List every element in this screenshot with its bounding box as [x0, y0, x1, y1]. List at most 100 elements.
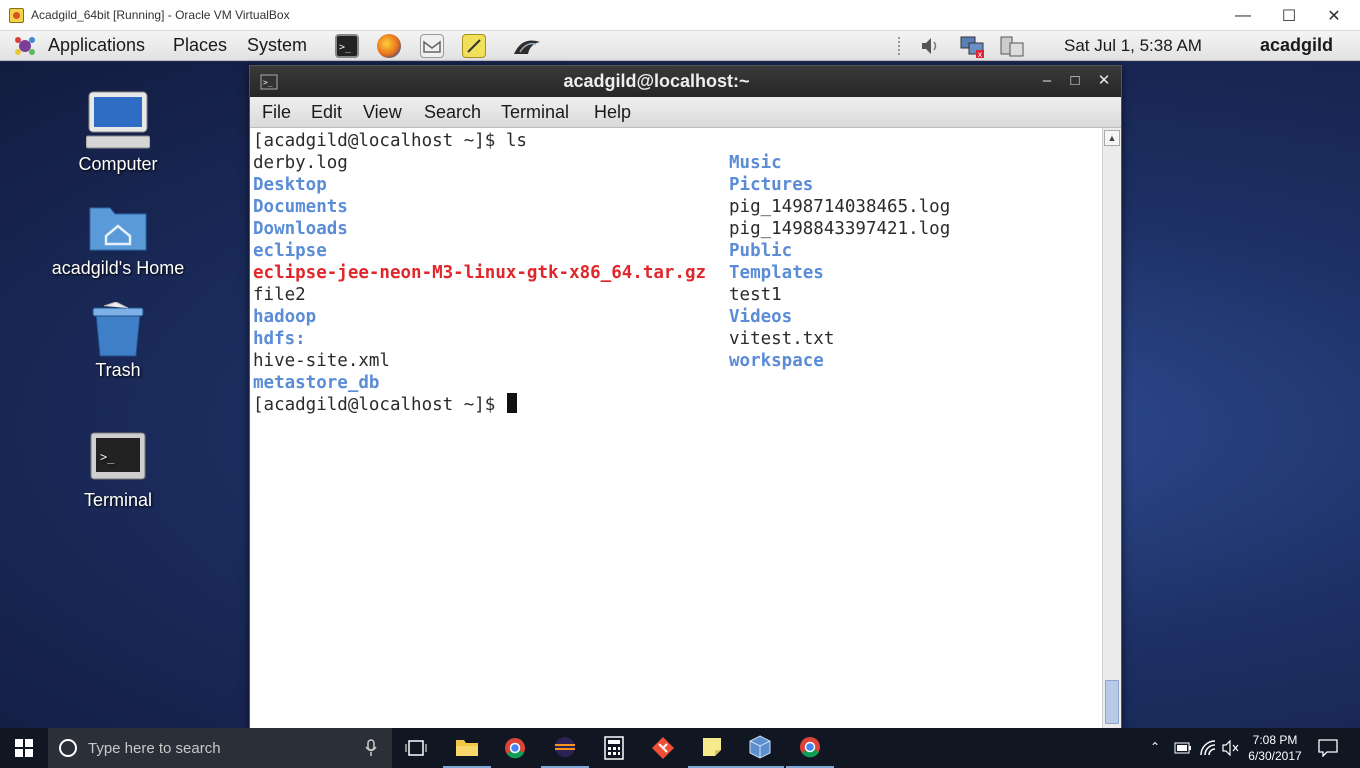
desktop-icon-computer[interactable]: Computer: [28, 90, 208, 180]
home-folder-icon: [89, 207, 147, 251]
host-minimize-button[interactable]: —: [1220, 0, 1266, 31]
terminal-current-prompt: [acadgild@localhost ~]$: [253, 395, 506, 415]
ls-directory-entry: Public: [729, 241, 793, 261]
ls-directory-entry: Pictures: [729, 175, 814, 195]
start-button[interactable]: [0, 728, 48, 768]
host-maximize-button[interactable]: ☐: [1266, 0, 1312, 31]
terminal-menu-view[interactable]: View: [363, 102, 402, 123]
mail-icon[interactable]: [420, 34, 444, 58]
action-center-icon[interactable]: [1318, 739, 1338, 757]
git-icon[interactable]: [639, 728, 687, 768]
computer-icon: [86, 91, 150, 149]
trash-icon: [92, 302, 144, 357]
host-close-button[interactable]: ✕: [1311, 0, 1357, 31]
ls-directory-entry: eclipse: [253, 241, 327, 261]
chrome-icon[interactable]: [786, 728, 834, 768]
gnome-foot-icon: [15, 37, 35, 55]
ls-file-entry: hive-site.xml: [253, 351, 390, 371]
tray-date: 6/30/2017: [1248, 749, 1302, 763]
volume-icon[interactable]: [918, 34, 942, 58]
ls-directory-entry: hadoop: [253, 307, 317, 327]
desktop-label: Computer: [78, 154, 158, 174]
terminal-cursor: [507, 393, 517, 413]
panel-username[interactable]: acadgild: [1260, 35, 1333, 56]
ls-file-entry: pig_1498714038465.log: [729, 197, 951, 217]
desktop-icon-home[interactable]: acadgild's Home: [28, 200, 208, 290]
terminal-minimize-button[interactable]: –: [1036, 71, 1058, 91]
ls-directory-entry: Music: [729, 153, 782, 173]
ls-directory-entry: Desktop: [253, 175, 327, 195]
terminal-launcher-icon[interactable]: >_: [335, 34, 359, 58]
terminal-menu-file[interactable]: File: [262, 102, 291, 123]
battery-icon[interactable]: [1174, 741, 1192, 755]
desktop-label: Terminal: [83, 490, 153, 510]
terminal-icon: >_: [90, 432, 146, 480]
svg-text:>_: >_: [339, 42, 352, 53]
task-view-icon[interactable]: [392, 728, 440, 768]
window-title: Acadgild_64bit [Running] - Oracle VM Vir…: [31, 8, 290, 22]
terminal-menu-edit[interactable]: Edit: [311, 102, 342, 123]
eclipse-icon[interactable]: [541, 728, 589, 768]
ls-directory-entry: Templates: [729, 263, 824, 283]
ls-file-entry: vitest.txt: [729, 329, 835, 349]
menu-applications[interactable]: Applications: [48, 35, 145, 56]
wifi-icon[interactable]: [1199, 739, 1217, 757]
scroll-up-arrow-icon[interactable]: ▲: [1104, 130, 1120, 146]
virtualbox-titlebar: Acadgild_64bit [Running] - Oracle VM Vir…: [0, 0, 1360, 31]
display-icon[interactable]: [998, 34, 1024, 58]
terminal-scrollbar[interactable]: ▲: [1102, 128, 1121, 728]
ls-archive-entry: eclipse-jee-neon-M3-linux-gtk-x86_64.tar…: [253, 263, 707, 283]
desktop-icon-trash[interactable]: Trash: [28, 302, 208, 392]
file-explorer-icon[interactable]: [443, 728, 491, 768]
sticky-notes-icon[interactable]: [688, 728, 736, 768]
desktop-label: Trash: [95, 360, 141, 380]
notes-icon[interactable]: [462, 34, 486, 58]
terminal-menu-search[interactable]: Search: [424, 102, 481, 123]
taskbar-search-box[interactable]: Type here to search: [48, 728, 392, 768]
terminal-menubar: File Edit View Search Terminal Help: [250, 97, 1121, 128]
chrome-icon[interactable]: [491, 728, 539, 768]
menu-system[interactable]: System: [247, 35, 307, 56]
virtualbox-app-icon: [9, 8, 24, 23]
show-hidden-icons-icon[interactable]: ⌃: [1150, 740, 1160, 754]
terminal-output[interactable]: [acadgild@localhost ~]$ ls derby.log Desk…: [250, 128, 1102, 728]
windows-logo-icon: [15, 739, 33, 757]
ls-directory-entry: workspace: [729, 351, 824, 371]
ls-file-entry: test1: [729, 285, 782, 305]
terminal-title: acadgild@localhost:~: [563, 71, 750, 91]
ls-file-entry: pig_1498843397421.log: [729, 219, 951, 239]
tray-time: 7:08 PM: [1252, 733, 1298, 747]
terminal-menu-help[interactable]: Help: [594, 102, 631, 123]
virtualbox-icon[interactable]: [736, 728, 784, 768]
terminal-close-button[interactable]: ✕: [1093, 71, 1115, 91]
ls-directory-entry: hdfs:: [253, 329, 306, 349]
panel-clock[interactable]: Sat Jul 1, 5:38 AM: [1064, 36, 1202, 56]
terminal-titlebar[interactable]: >_ acadgild@localhost:~ – □ ✕: [250, 66, 1121, 97]
ls-file-entry: derby.log: [253, 153, 348, 173]
windows-taskbar: Type here to search ⌃ 7:08 PM 6/30/2017: [0, 728, 1360, 768]
scrollbar-thumb[interactable]: [1105, 680, 1119, 724]
ls-directory-entry: Documents: [253, 197, 348, 217]
speaker-muted-icon[interactable]: [1222, 740, 1240, 756]
ls-directory-entry: Videos: [729, 307, 793, 327]
ls-file-entry: file2: [253, 285, 306, 305]
svg-text:>_: >_: [100, 450, 115, 464]
terminal-command-line: [acadgild@localhost ~]$ ls: [253, 131, 527, 151]
terminal-maximize-button[interactable]: □: [1064, 71, 1086, 91]
terminal-window: >_ acadgild@localhost:~ – □ ✕ File Edit …: [249, 65, 1122, 728]
cortana-icon: [59, 739, 77, 757]
desktop-icon-terminal[interactable]: >_ Terminal: [28, 432, 208, 522]
microphone-icon[interactable]: [364, 739, 378, 757]
firefox-icon[interactable]: [377, 34, 401, 58]
network-icon[interactable]: x: [958, 34, 984, 59]
tray-clock[interactable]: 7:08 PM 6/30/2017: [1245, 732, 1305, 764]
search-placeholder: Type here to search: [88, 740, 221, 757]
menu-places[interactable]: Places: [173, 35, 227, 56]
gnome-top-panel: Applications Places System >_ x Sat Jul …: [0, 31, 1360, 61]
calculator-icon[interactable]: [590, 728, 638, 768]
panel-separator: [898, 37, 902, 55]
svg-text:x: x: [978, 50, 983, 59]
wireshark-icon[interactable]: [512, 34, 540, 58]
desktop-label: acadgild's Home: [51, 258, 185, 278]
terminal-menu-terminal[interactable]: Terminal: [501, 102, 569, 123]
